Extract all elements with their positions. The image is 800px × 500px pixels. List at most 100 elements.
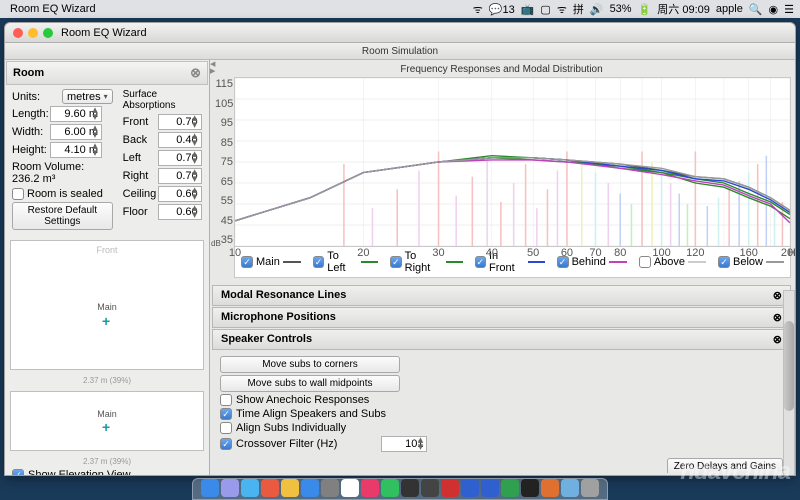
close-button[interactable] — [13, 28, 23, 38]
legend-checkbox[interactable]: ✓ — [475, 256, 486, 268]
show-elevation-checkbox[interactable]: ✓ — [12, 469, 24, 475]
spotlight-icon[interactable]: 🔍 — [749, 3, 763, 16]
height-input[interactable]: 4.10 m▴▾ — [50, 142, 102, 158]
dock-app-2[interactable] — [241, 479, 259, 497]
expand-icon[interactable]: ⊗ — [773, 311, 782, 324]
window-subtitle: Room Simulation — [5, 43, 795, 60]
notif-icon[interactable]: ☰ — [784, 3, 794, 16]
spinner-icon[interactable]: ▴▾ — [190, 133, 200, 147]
volume-icon[interactable]: 🔊 — [590, 3, 604, 16]
wifi-icon[interactable]: ᯤ — [473, 2, 483, 17]
align-indiv-checkbox[interactable] — [220, 422, 232, 434]
units-select[interactable]: metres — [62, 89, 113, 104]
legend-checkbox[interactable] — [639, 256, 651, 268]
scrollbar[interactable] — [783, 290, 795, 475]
user-name[interactable]: apple — [716, 3, 743, 15]
tv-icon[interactable]: 📺 — [521, 3, 535, 16]
move-subs-corners-button[interactable]: Move subs to corners — [220, 356, 400, 373]
legend-main[interactable]: ✓ Main — [241, 256, 301, 268]
dock-app-11[interactable] — [421, 479, 439, 497]
dock-app-0[interactable] — [201, 479, 219, 497]
move-subs-midpoints-button[interactable]: Move subs to wall midpoints — [220, 375, 400, 392]
modal-resonance-header[interactable]: Modal Resonance Lines⊗ — [212, 285, 791, 306]
dock-app-19[interactable] — [581, 479, 599, 497]
room-plan-view[interactable]: Front Main (13%)1.29 m — [10, 240, 204, 370]
minimize-button[interactable] — [28, 28, 38, 38]
dock-app-17[interactable] — [541, 479, 559, 497]
surf-front-label: Front — [123, 116, 158, 128]
main-speaker-marker[interactable] — [102, 313, 112, 323]
surf-ceiling-input[interactable]: 0.60▴▾ — [158, 186, 202, 202]
dock-app-1[interactable] — [221, 479, 239, 497]
airplay-icon[interactable]: ▢ — [540, 3, 550, 16]
dock-app-9[interactable] — [381, 479, 399, 497]
dock-app-14[interactable] — [481, 479, 499, 497]
surf-left-input[interactable]: 0.70▴▾ — [158, 150, 202, 166]
dock-app-4[interactable] — [281, 479, 299, 497]
units-label: Units: — [12, 91, 62, 103]
crossover-input[interactable]: 101▴▾ — [381, 436, 427, 452]
crossover-checkbox[interactable]: ✓ — [220, 438, 232, 450]
battery-icon[interactable]: 🔋 — [638, 3, 652, 16]
length-input[interactable]: 9.60 m▴▾ — [50, 106, 102, 122]
dock-app-18[interactable] — [561, 479, 579, 497]
time-align-checkbox[interactable]: ✓ — [220, 408, 232, 420]
frequency-response-chart[interactable]: 11510595857565554535dB 10203040506070801… — [234, 77, 791, 247]
msg-icon[interactable]: 💬13 — [489, 3, 515, 16]
spinner-icon[interactable]: ▴▾ — [190, 115, 200, 129]
surf-right-input[interactable]: 0.70▴▾ — [158, 168, 202, 184]
zero-delays-gains-button[interactable]: Zero Delays and Gains — [667, 458, 783, 473]
spinner-icon[interactable]: ▴▾ — [190, 151, 200, 165]
input-source[interactable]: 拼 — [573, 1, 584, 17]
legend-checkbox[interactable]: ✓ — [718, 256, 730, 268]
collapse-icon[interactable]: ⊗ — [773, 333, 782, 346]
legend-checkbox[interactable]: ✓ — [241, 256, 253, 268]
wifi2-icon[interactable]: ᯤ — [557, 2, 567, 17]
spinner-icon[interactable]: ▴▾ — [190, 205, 200, 219]
spinner-icon[interactable]: ▴▾ — [90, 143, 100, 157]
dock-app-6[interactable] — [321, 479, 339, 497]
dock-app-13[interactable] — [461, 479, 479, 497]
mic-positions-header[interactable]: Microphone Positions⊗ — [212, 307, 791, 328]
elev-main-label: Main — [97, 409, 117, 419]
expand-icon[interactable]: ⊗ — [773, 289, 782, 302]
room-panel-title: Room — [13, 67, 44, 79]
length-label: Length: — [12, 108, 50, 120]
dock-app-5[interactable] — [301, 479, 319, 497]
scroll-thumb[interactable] — [784, 321, 794, 411]
app-menu[interactable]: Room EQ Wizard — [10, 3, 96, 15]
dock-app-10[interactable] — [401, 479, 419, 497]
front-label: Front — [96, 245, 117, 255]
dock-app-8[interactable] — [361, 479, 379, 497]
room-elevation-view[interactable]: Main (29%)1.19 m — [10, 391, 204, 451]
sealed-checkbox[interactable] — [12, 188, 24, 200]
dock-app-15[interactable] — [501, 479, 519, 497]
legend-checkbox[interactable]: ✓ — [313, 256, 324, 268]
dock-app-12[interactable] — [441, 479, 459, 497]
restore-defaults-button[interactable]: Restore Default Settings — [12, 202, 113, 230]
legend-checkbox[interactable]: ✓ — [390, 256, 401, 268]
collapse-icon[interactable]: ⊗ — [190, 65, 201, 81]
elev-main-marker[interactable] — [102, 419, 112, 429]
spinner-icon[interactable]: ▴▾ — [190, 169, 200, 183]
surf-front-input[interactable]: 0.70▴▾ — [158, 114, 202, 130]
surf-floor-input[interactable]: 0.60▴▾ — [158, 204, 202, 220]
spinner-icon[interactable]: ▴▾ — [415, 437, 425, 451]
siri-icon[interactable]: ◉ — [769, 3, 779, 16]
sealed-label: Room is sealed — [27, 188, 103, 200]
room-panel-header[interactable]: Room ⊗ — [6, 61, 208, 85]
zoom-button[interactable] — [43, 28, 53, 38]
surf-back-input[interactable]: 0.40▴▾ — [158, 132, 202, 148]
splitter-handle[interactable]: ◀▶ — [210, 60, 218, 75]
width-input[interactable]: 6.00 m▴▾ — [50, 124, 102, 140]
spinner-icon[interactable]: ▴▾ — [190, 187, 200, 201]
titlebar[interactable]: Room EQ Wizard — [5, 23, 795, 43]
anechoic-checkbox[interactable] — [220, 394, 232, 406]
spinner-icon[interactable]: ▴▾ — [90, 107, 100, 121]
speaker-controls-header[interactable]: Speaker Controls⊗ — [212, 329, 791, 350]
dock-app-3[interactable] — [261, 479, 279, 497]
chart-title: Frequency Responses and Modal Distributi… — [212, 62, 791, 77]
dock-app-16[interactable] — [521, 479, 539, 497]
spinner-icon[interactable]: ▴▾ — [90, 125, 100, 139]
dock-app-7[interactable] — [341, 479, 359, 497]
